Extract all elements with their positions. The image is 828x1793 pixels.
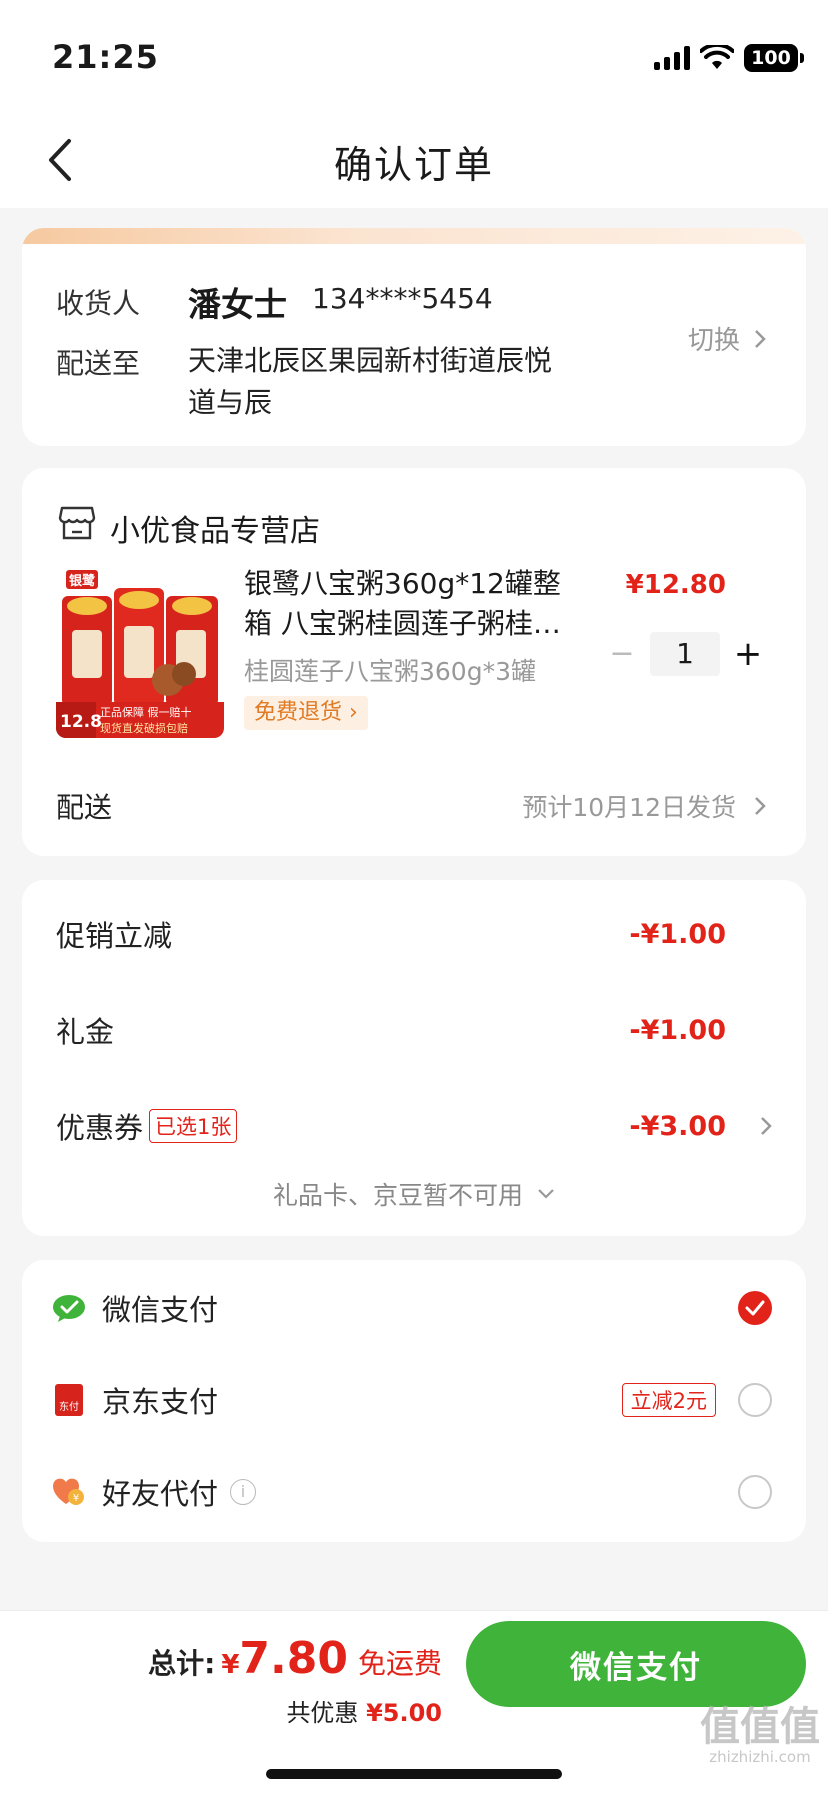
total-currency: ¥ bbox=[221, 1650, 240, 1680]
page-title: 确认订单 bbox=[333, 143, 494, 187]
deliver-to-label: 配送至 bbox=[56, 347, 141, 380]
info-icon[interactable]: i bbox=[230, 1479, 257, 1505]
product-price: ¥12.80 bbox=[625, 570, 726, 600]
switch-label: 切换 bbox=[687, 326, 740, 356]
shipping-estimate-text: 预计10月12日发货 bbox=[522, 793, 736, 822]
address-detail: 天津北辰区果园新村街道辰悦 道与辰 bbox=[188, 340, 618, 424]
wechat-pay-button[interactable]: 微信支付 bbox=[466, 1621, 806, 1707]
address-card[interactable]: 收货人 潘女士 134****5454 配送至 天津北辰区果园新村街道辰悦 道与… bbox=[22, 228, 806, 446]
wechat-pay-icon bbox=[52, 1291, 86, 1325]
status-bar: 21:25 100 bbox=[0, 0, 828, 110]
friend-pay-radio[interactable] bbox=[738, 1475, 772, 1509]
jd-pay-icon-text: 东付 bbox=[55, 1384, 83, 1416]
payment-option-jd[interactable]: 东付 京东支付 立减2元 bbox=[52, 1378, 772, 1422]
product-image-guarantee: 正品保障 假一赔十 bbox=[100, 706, 192, 719]
friend-pay-label: 好友代付 bbox=[102, 1477, 219, 1511]
status-time: 21:25 bbox=[52, 38, 159, 76]
product-title-line-2: 箱 八宝粥桂圆莲子粥桂… bbox=[244, 607, 561, 640]
decrease-quantity-button[interactable]: − bbox=[602, 634, 642, 674]
address-strip bbox=[22, 228, 806, 244]
gift-money-value: -¥1.00 bbox=[629, 1014, 726, 1046]
watermark: 值值值 zhizhizhi.com bbox=[700, 1707, 820, 1767]
wechat-pay-radio[interactable] bbox=[738, 1291, 772, 1325]
coupon-label: 优惠券 bbox=[56, 1111, 144, 1145]
jd-pay-label: 京东支付 bbox=[102, 1385, 219, 1419]
saved-line: 共优惠 ¥5.00 bbox=[286, 1693, 442, 1728]
recipient-phone: 134****5454 bbox=[312, 282, 493, 315]
increase-quantity-button[interactable]: + bbox=[728, 634, 768, 674]
product-title[interactable]: 银鹭八宝粥360g*12罐整 箱 八宝粥桂圆莲子粥桂… bbox=[244, 564, 584, 644]
watermark-site: zhizhizhi.com bbox=[709, 1748, 811, 1766]
total-amount: 7.80 bbox=[239, 1633, 348, 1684]
product-image-price: 12.8 bbox=[60, 712, 102, 732]
jd-pay-radio[interactable] bbox=[738, 1383, 772, 1417]
chevron-right-icon bbox=[761, 1117, 772, 1135]
free-return-label: 免费退货 bbox=[254, 700, 343, 725]
promo-discount-label: 促销立减 bbox=[56, 919, 173, 953]
address-line-2: 道与辰 bbox=[188, 386, 273, 419]
payment-option-friend[interactable]: ¥ 好友代付 i bbox=[52, 1470, 772, 1514]
coupon-value: -¥3.00 bbox=[629, 1110, 726, 1142]
signal-icon bbox=[654, 46, 690, 70]
gift-money-label: 礼金 bbox=[56, 1015, 115, 1049]
payment-card: 微信支付 东付 京东支付 立减2元 ¥ 好友代付 i bbox=[22, 1260, 806, 1542]
unavailable-toggle[interactable]: 礼品卡、京豆暂不可用 bbox=[0, 1176, 828, 1212]
bottom-checkout-bar: 总计: ¥ 7.80 免运费 共优惠 ¥5.00 微信支付 值值值 zhizhi… bbox=[0, 1610, 828, 1793]
coupon-selected-tag: 已选1张 bbox=[149, 1109, 238, 1143]
gift-money-row: 礼金 -¥1.00 bbox=[56, 1010, 772, 1050]
store-card: 小优食品专营店 银鹭 12.8 正品保障 假一赔十 现货直发破损包赔 银鹭八宝粥… bbox=[22, 468, 806, 856]
quantity-stepper: − 1 + bbox=[602, 632, 768, 676]
friend-pay-icon: ¥ bbox=[52, 1475, 86, 1509]
wifi-icon bbox=[700, 45, 734, 69]
chevron-right-icon: › bbox=[349, 700, 358, 725]
product-spec: 桂圆莲子八宝粥360g*3罐 bbox=[244, 657, 536, 686]
recipient-name: 潘女士 bbox=[188, 285, 287, 324]
saved-label: 共优惠 bbox=[286, 1699, 359, 1727]
promo-discount-value: -¥1.00 bbox=[629, 918, 726, 950]
chevron-right-icon bbox=[755, 329, 766, 348]
total-label: 总计: bbox=[148, 1647, 216, 1680]
checkmark-icon bbox=[745, 1300, 765, 1316]
chevron-down-icon bbox=[538, 1189, 554, 1199]
coupon-row[interactable]: 优惠券 已选1张 -¥3.00 bbox=[56, 1106, 772, 1146]
jd-pay-icon: 东付 bbox=[52, 1383, 86, 1417]
product-title-line-1: 银鹭八宝粥360g*12罐整 bbox=[244, 567, 561, 600]
product-image-brand: 银鹭 bbox=[66, 570, 99, 589]
home-indicator bbox=[266, 1769, 562, 1779]
store-icon bbox=[58, 506, 96, 540]
free-shipping-label: 免运费 bbox=[357, 1647, 442, 1680]
store-name: 小优食品专营店 bbox=[110, 514, 320, 549]
wechat-pay-label: 微信支付 bbox=[102, 1293, 219, 1327]
product-image[interactable]: 银鹭 12.8 正品保障 假一赔十 现货直发破损包赔 bbox=[56, 570, 224, 738]
promo-discount-row: 促销立减 -¥1.00 bbox=[56, 914, 772, 954]
shipping-label: 配送 bbox=[56, 791, 113, 824]
jd-pay-promo-badge: 立减2元 bbox=[621, 1383, 716, 1417]
address-line-1: 天津北辰区果园新村街道辰悦 bbox=[188, 344, 553, 377]
nav-bar: 确认订单 bbox=[0, 110, 828, 208]
shipping-estimate[interactable]: 预计10月12日发货 bbox=[522, 788, 766, 824]
quantity-input[interactable]: 1 bbox=[650, 632, 720, 676]
switch-address-button[interactable]: 切换 bbox=[688, 320, 766, 357]
free-return-badge[interactable]: 免费退货 › bbox=[244, 696, 368, 730]
battery-icon: 100 bbox=[744, 44, 804, 72]
unavailable-text: 礼品卡、京豆暂不可用 bbox=[272, 1181, 523, 1210]
svg-text:¥: ¥ bbox=[73, 1493, 79, 1504]
chevron-right-icon bbox=[755, 797, 766, 815]
status-icons: 100 bbox=[654, 44, 804, 72]
total-line: 总计: ¥ 7.80 免运费 bbox=[148, 1633, 442, 1684]
product-image-shipping: 现货直发破损包赔 bbox=[100, 722, 188, 735]
recipient-label: 收货人 bbox=[56, 287, 141, 320]
saved-amount: ¥5.00 bbox=[366, 1699, 442, 1727]
payment-option-wechat[interactable]: 微信支付 bbox=[52, 1286, 772, 1330]
watermark-logo: 值值值 bbox=[700, 1704, 820, 1750]
